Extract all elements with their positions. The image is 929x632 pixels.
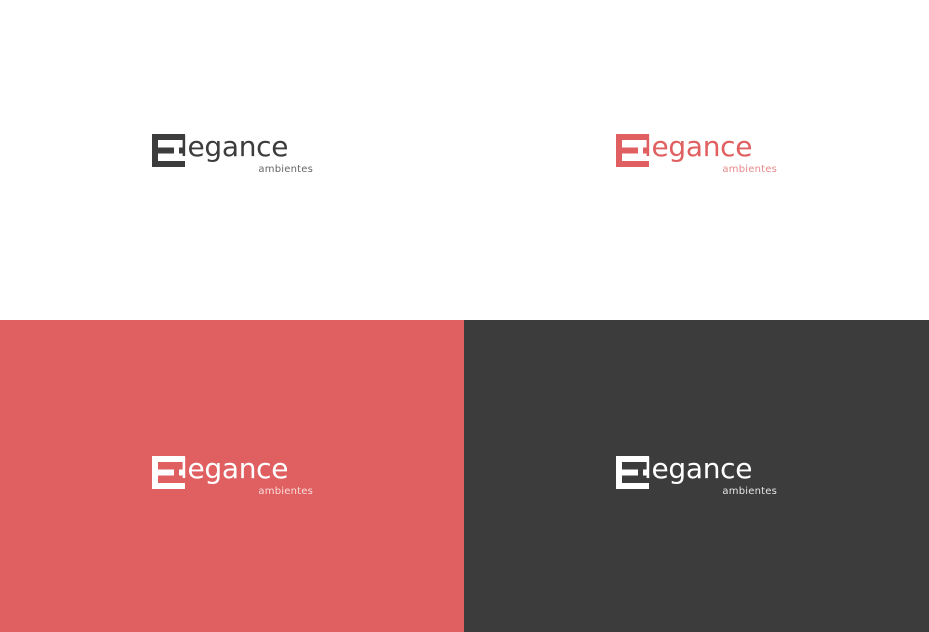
logo-wordmark: legance bbox=[644, 130, 753, 163]
logo-wordmark: legance bbox=[180, 452, 289, 485]
logo-wordmark: legance bbox=[644, 452, 753, 485]
logo-tagline: ambientes bbox=[258, 486, 313, 497]
logo-wordmark: legance bbox=[180, 130, 289, 163]
logo-tagline: ambientes bbox=[722, 486, 777, 497]
logo-white-on-coral: legance ambientes bbox=[152, 452, 317, 505]
logo-tagline: ambientes bbox=[722, 164, 777, 175]
logo-white-on-dark: legance ambientes bbox=[616, 452, 781, 505]
logo-coral-on-white: legance ambientes bbox=[616, 130, 781, 183]
logo-tagline: ambientes bbox=[258, 164, 313, 175]
logo-dark-on-white: legance ambientes bbox=[152, 130, 317, 183]
